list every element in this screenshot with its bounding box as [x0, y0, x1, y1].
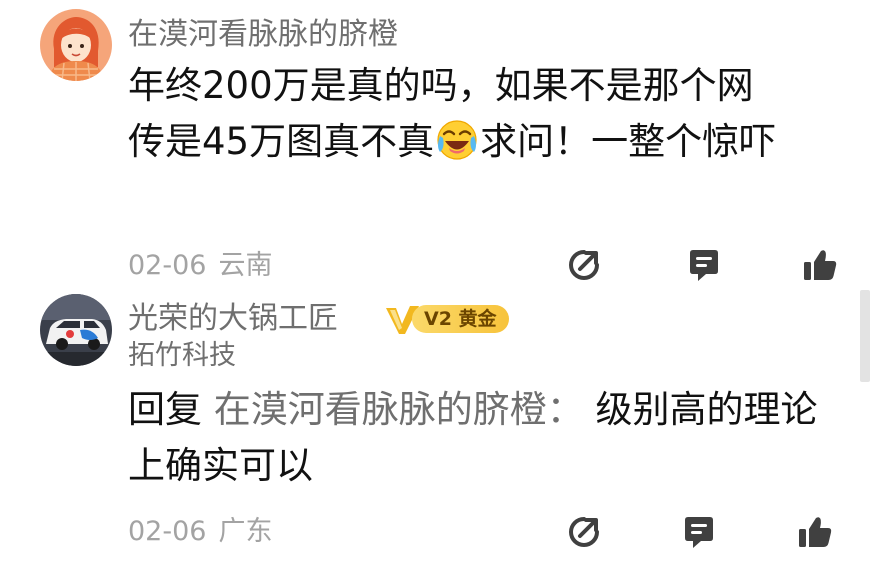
reply-target-username[interactable]: 在漠河看脉脉的脐橙：: [214, 388, 584, 431]
avatar[interactable]: [40, 9, 112, 81]
comment-date: 02-06: [128, 250, 207, 281]
username[interactable]: 光荣的大锅工匠: [128, 302, 338, 336]
avatar[interactable]: [40, 294, 112, 366]
comment-item: 在漠河看脉脉的脐橙 年终200万是真的吗，如果不是那个网 传是45万图真不真 求…: [0, 0, 872, 290]
comment-text-segment: 求问！一整个惊吓: [480, 120, 777, 163]
username[interactable]: 在漠河看脉脉的脐橙: [128, 18, 398, 52]
company-name[interactable]: 拓竹科技: [128, 340, 236, 372]
reply-prefix: 回复: [128, 388, 214, 431]
comment-item: 光荣的大锅工匠 V2 黄金 拓竹科技 回复 在漠河看脉脉的脐橙： 级别高的理论上…: [0, 290, 872, 571]
avatar-car-icon: [40, 294, 112, 366]
reply-text: 回复 在漠河看脉脉的脐橙： 级别高的理论上确实可以: [128, 382, 838, 494]
comment-region: 云南: [218, 250, 273, 281]
level-badge: V2 黄金: [384, 302, 509, 336]
comment-bubble-icon[interactable]: [681, 514, 717, 550]
badge-label: V2 黄金: [412, 305, 509, 333]
comment-bubble-icon[interactable]: [686, 247, 722, 283]
thumbs-up-icon[interactable]: [797, 514, 833, 550]
share-arrow-icon[interactable]: [566, 247, 602, 283]
share-arrow-icon[interactable]: [566, 514, 602, 550]
comment-date: 02-06: [128, 516, 207, 547]
avatar-girl-icon: [40, 9, 112, 81]
comment-text-line: 传是45万图真不真 求问！一整个惊吓: [128, 114, 848, 170]
thumbs-up-icon[interactable]: [802, 247, 838, 283]
comment-text: 年终200万是真的吗，如果不是那个网 传是45万图真不真 求问！一整个惊吓: [128, 58, 848, 170]
comment-text-segment: 传是45万图真不真: [128, 120, 435, 163]
comment-meta: 02-06 广东: [128, 516, 272, 548]
laughing-crying-emoji-icon: [437, 120, 477, 160]
comment-region: 广东: [218, 516, 273, 547]
comment-text-line: 年终200万是真的吗，如果不是那个网: [128, 64, 754, 107]
comment-thread: 在漠河看脉脉的脐橙 年终200万是真的吗，如果不是那个网 传是45万图真不真 求…: [0, 0, 872, 571]
comment-meta: 02-06 云南: [128, 250, 272, 282]
